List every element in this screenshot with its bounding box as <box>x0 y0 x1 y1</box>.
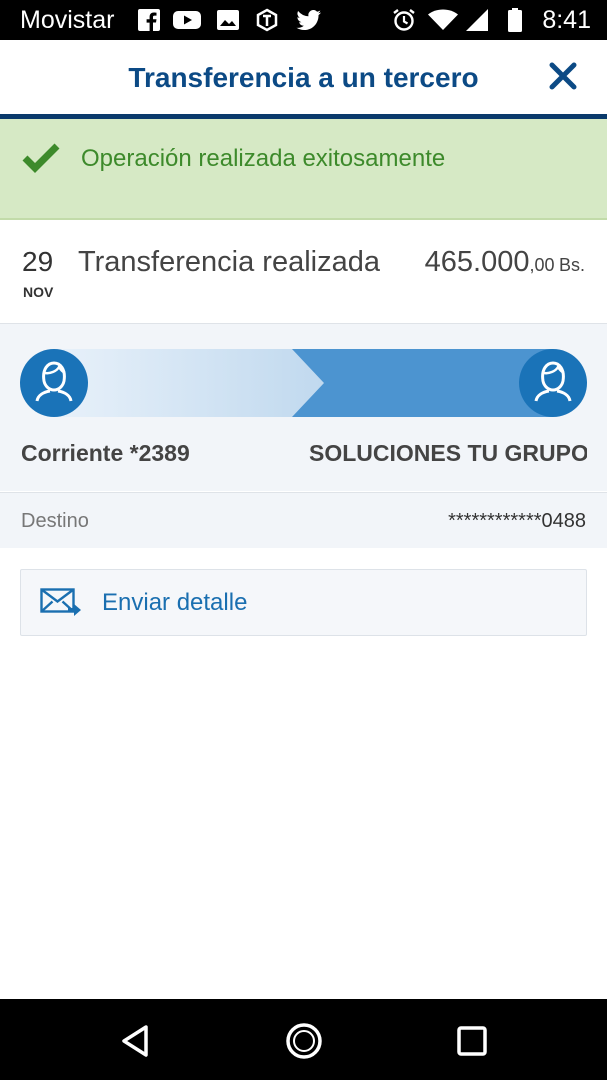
user-icon <box>534 361 572 402</box>
amount-currency: Bs. <box>558 255 585 275</box>
destination-name: SOLUCIONES TU GRUPO <box>309 440 587 466</box>
origin-avatar <box>20 349 88 417</box>
battery-icon <box>508 8 522 32</box>
send-detail-label: Enviar detalle <box>102 589 248 616</box>
page-title: Transferencia a un tercero <box>128 62 479 93</box>
check-icon <box>22 143 60 173</box>
destination-avatar <box>519 349 587 417</box>
home-icon[interactable] <box>284 1021 324 1061</box>
destination-account: ************0488 <box>448 510 586 532</box>
send-detail-button[interactable]: Enviar detalle <box>20 569 587 636</box>
gallery-icon <box>217 10 239 30</box>
transaction-day: 29 <box>22 246 54 277</box>
carrier-name: Movistar <box>20 6 115 34</box>
back-icon[interactable] <box>116 1021 156 1061</box>
destination-label: Destino <box>21 510 89 532</box>
transfer-flow: Corriente *2389 SOLUCIONES TU GRUPO <box>0 324 607 491</box>
clock: 8:41 <box>542 6 591 34</box>
alarm-icon <box>393 9 415 31</box>
status-bar: Movistar 8:41 <box>0 0 607 40</box>
amount-integer: 465.000 <box>424 246 530 278</box>
user-icon <box>35 361 73 402</box>
amount-decimal: ,00 <box>529 255 555 275</box>
facebook-icon <box>138 9 160 31</box>
system-nav-bar <box>0 999 607 1080</box>
close-icon[interactable] <box>547 60 579 92</box>
destination-row: Destino ************0488 <box>0 492 607 548</box>
origin-account: Corriente *2389 <box>21 440 190 466</box>
twitter-icon <box>296 9 321 31</box>
recents-icon[interactable] <box>452 1021 492 1061</box>
mail-send-icon <box>40 588 81 616</box>
app-header: Transferencia a un tercero <box>0 40 607 114</box>
app-icon <box>256 8 278 32</box>
transaction-summary: 29 NOV Transferencia realizada 465.000,0… <box>0 220 607 324</box>
youtube-icon <box>173 11 201 29</box>
transaction-amount: 465.000,00 Bs. <box>425 246 585 279</box>
success-banner: Operación realizada exitosamente <box>0 119 607 220</box>
transfer-arrow <box>54 349 553 417</box>
success-message: Operación realizada exitosamente <box>81 145 446 172</box>
signal-icon <box>466 9 488 31</box>
transaction-description: Transferencia realizada <box>78 246 380 278</box>
wifi-icon <box>428 9 458 30</box>
transaction-month: NOV <box>23 284 54 300</box>
